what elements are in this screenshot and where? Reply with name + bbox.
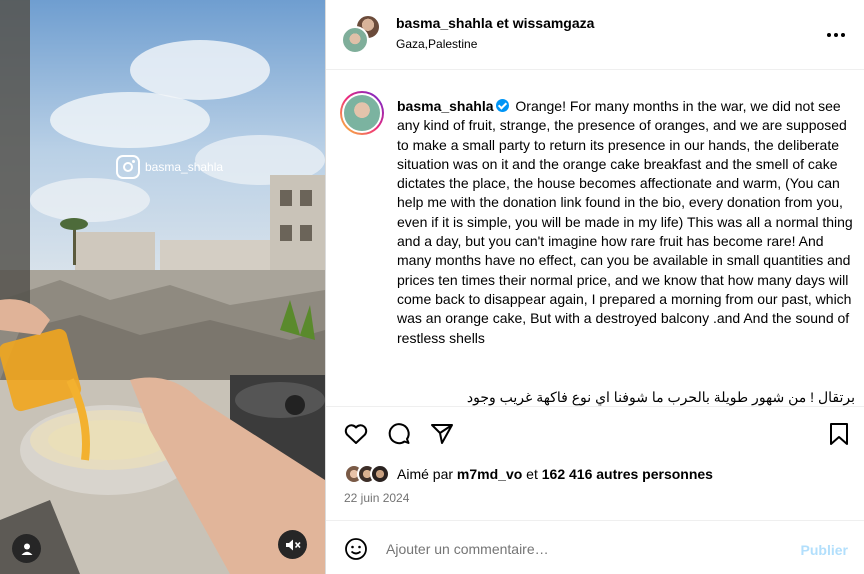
emoji-icon[interactable] bbox=[344, 537, 368, 561]
caption-text: Orange! For many months in the war, we d… bbox=[397, 98, 853, 346]
likes-count[interactable]: 162 416 autres personnes bbox=[542, 466, 713, 482]
author-names[interactable]: basma_shahla et wissamgaza bbox=[396, 15, 594, 31]
mute-button[interactable] bbox=[278, 530, 307, 559]
caption: basma_shahla Orange! For many months in … bbox=[397, 97, 855, 348]
caption-area: basma_shahla Orange! For many months in … bbox=[326, 71, 864, 406]
avatar[interactable] bbox=[370, 464, 390, 484]
watermark: basma_shahla bbox=[116, 155, 223, 179]
verified-badge-icon bbox=[495, 99, 509, 112]
likes-text: Aimé par m7md_vo et 162 416 autres perso… bbox=[397, 466, 713, 482]
post-actions: Aimé par m7md_vo et 162 416 autres perso… bbox=[326, 406, 864, 526]
comment-bar: Publier bbox=[326, 520, 864, 574]
avatar bbox=[342, 93, 382, 133]
heart-icon[interactable] bbox=[343, 421, 369, 447]
post-window: basma_shahla basma_shahla et wissamgaza … bbox=[0, 0, 864, 574]
caption-username[interactable]: basma_shahla bbox=[397, 98, 494, 114]
user-icon bbox=[21, 543, 32, 555]
likes-prefix: Aimé par bbox=[397, 466, 454, 482]
likes-summary: Aimé par m7md_vo et 162 416 autres perso… bbox=[344, 464, 713, 484]
post-date[interactable]: 22 juin 2024 bbox=[344, 491, 409, 505]
publish-button[interactable]: Publier bbox=[801, 542, 848, 558]
comment-input[interactable] bbox=[386, 541, 766, 557]
tagged-users-button[interactable] bbox=[12, 534, 41, 563]
liker-username[interactable]: m7md_vo bbox=[457, 466, 522, 482]
post-media[interactable]: basma_shahla bbox=[0, 0, 325, 574]
watermark-text: basma_shahla bbox=[145, 160, 224, 174]
comment-icon[interactable] bbox=[386, 421, 412, 447]
instagram-icon bbox=[116, 155, 140, 179]
location-link[interactable]: Gaza,Palestine bbox=[396, 37, 477, 51]
more-options-icon bbox=[827, 33, 845, 37]
likes-conjunction: et bbox=[526, 466, 538, 482]
post-details-panel: basma_shahla et wissamgaza Gaza,Palestin… bbox=[325, 0, 864, 574]
post-header: basma_shahla et wissamgaza Gaza,Palestin… bbox=[326, 0, 864, 70]
author-avatars[interactable] bbox=[341, 14, 381, 54]
speaker-muted-icon bbox=[285, 539, 301, 550]
caption-arabic-preview: برتقال ! من شهور طويلة بالحرب ما شوفنا ا… bbox=[466, 389, 855, 405]
avatar[interactable] bbox=[341, 26, 369, 54]
media-image bbox=[0, 0, 325, 574]
bookmark-icon[interactable] bbox=[826, 421, 852, 447]
more-options-button[interactable] bbox=[826, 30, 846, 38]
share-icon[interactable] bbox=[429, 421, 455, 447]
caption-avatar[interactable] bbox=[340, 91, 384, 135]
